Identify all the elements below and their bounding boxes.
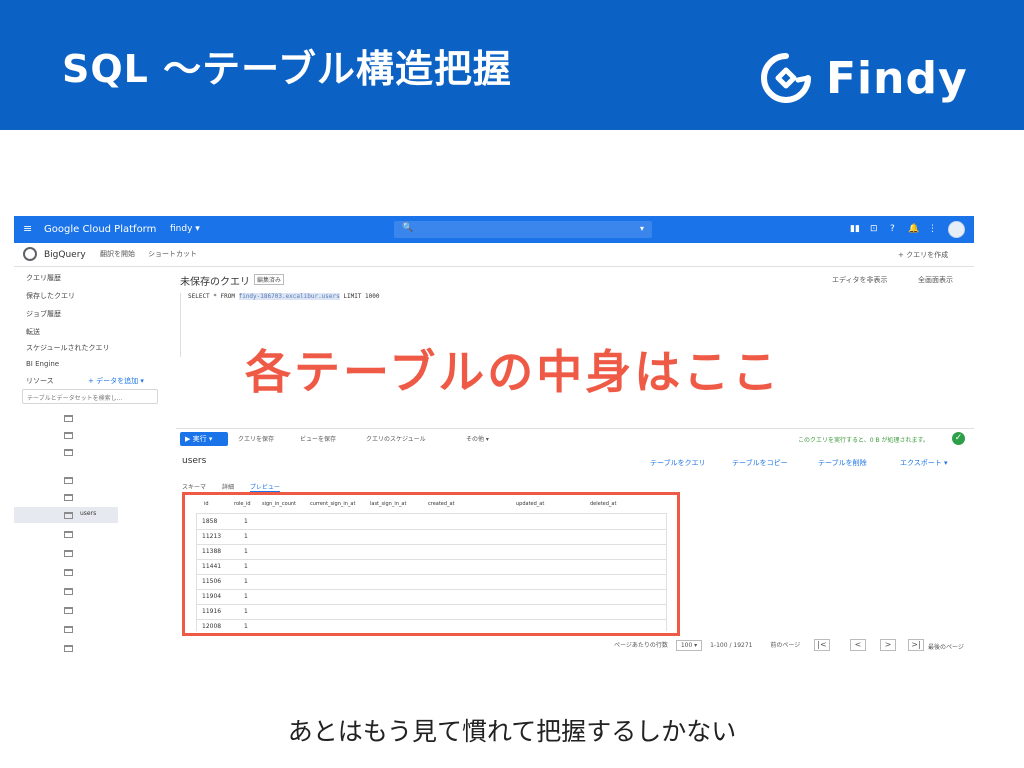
sql-select: SELECT * FROM <box>188 293 235 300</box>
tab-details[interactable]: 詳細 <box>222 484 234 491</box>
last-page-label: 最後のページ <box>928 644 964 651</box>
save-view-button[interactable]: ビューを保存 <box>300 434 336 443</box>
table-icon[interactable] <box>64 531 73 538</box>
slide: SQL 〜テーブル構造把握 Findy ≡ Google Cloud Platf… <box>0 0 1024 768</box>
run-button[interactable]: ▶ 実行 ▾ <box>180 432 228 446</box>
sql-table-ref: findy-186703.excalibur.users <box>238 293 340 300</box>
project-selector[interactable]: findy ▾ <box>170 224 200 234</box>
edited-badge: 編集済み <box>254 274 285 285</box>
sidebar-item-scheduled-queries[interactable]: スケジュールされたクエリ <box>26 343 110 353</box>
translate-button[interactable]: 翻訳を開始 <box>100 249 135 259</box>
gcp-top-bar: ≡ Google Cloud Platform findy ▾ 🔍 ▾ ▮▮ ⊡… <box>14 216 974 243</box>
tab-preview[interactable]: プレビュー <box>249 484 280 492</box>
query-table-button[interactable]: テーブルをクエリ <box>650 458 706 468</box>
sidebar-item-transfers[interactable]: 転送 <box>26 327 40 337</box>
table-name: users <box>182 456 207 466</box>
table-icon[interactable] <box>64 477 73 484</box>
editor-gutter <box>180 293 181 357</box>
slide-caption: あとはもう見て慣れて把握するしかない <box>287 717 737 746</box>
sidebar-item-bi-engine[interactable]: BI Engine <box>26 360 59 368</box>
shortcut-button[interactable]: ショートカット <box>148 249 197 259</box>
sidebar-item-saved-queries[interactable]: 保存したクエリ <box>26 291 75 301</box>
next-page-button[interactable]: > <box>880 639 896 651</box>
search-icon: 🔍 <box>402 223 414 233</box>
sidebar-item-query-history[interactable]: クエリ履歴 <box>26 273 61 283</box>
schedule-query-button[interactable]: クエリのスケジュール <box>366 434 426 443</box>
table-icon[interactable] <box>64 550 73 557</box>
table-icon <box>64 512 73 519</box>
findy-logo: Findy <box>758 50 968 106</box>
fullscreen-button[interactable]: 全画面表示 <box>918 275 953 285</box>
chevron-down-icon: ▾ <box>639 224 644 233</box>
tree-item-users-label: users <box>80 510 97 517</box>
hide-editor-button[interactable]: エディタを非表示 <box>832 275 888 285</box>
prev-page-label: 前のページ <box>770 642 801 649</box>
bigquery-name: BigQuery <box>44 250 86 260</box>
rows-per-page-select[interactable]: 100 ▾ <box>675 640 703 651</box>
check-circle-icon: ✓ <box>952 432 965 445</box>
copy-table-button[interactable]: テーブルをコピー <box>732 458 788 468</box>
query-editor-title: 未保存のクエリ <box>180 277 250 288</box>
table-icon[interactable] <box>64 432 73 439</box>
page-range: 1-100 / 19271 <box>710 642 753 649</box>
prev-page-button[interactable]: < <box>850 639 866 651</box>
table-icon[interactable] <box>64 607 73 614</box>
table-icon[interactable] <box>64 494 73 501</box>
hamburger-menu-icon[interactable]: ≡ <box>23 223 32 235</box>
overlay-callout: 各テーブルの中身はここ <box>245 345 782 399</box>
compose-query-button[interactable]: + クエリを作成 <box>898 250 948 260</box>
more-button[interactable]: その他 ▾ <box>466 434 489 443</box>
delete-table-button[interactable]: テーブルを削除 <box>818 458 867 468</box>
sql-editor[interactable]: SELECT * FROM findy-186703.excalibur.use… <box>188 293 380 300</box>
table-tabs: スキーマ 詳細 プレビュー <box>182 482 294 492</box>
help-icon[interactable]: ? <box>890 224 895 234</box>
notification-icon[interactable]: 🔔 <box>908 224 919 234</box>
findy-logo-icon <box>761 53 811 103</box>
rows-per-page-label: ページあたりの行数 <box>614 642 668 649</box>
table-icon[interactable] <box>64 569 73 576</box>
bigquery-bar: BigQuery 翻訳を開始 ショートカット + クエリを作成 <box>14 243 974 267</box>
sidebar-item-resources: リソース <box>26 377 54 385</box>
table-icon[interactable] <box>64 415 73 422</box>
cloud-shell-icon[interactable]: ⊡ <box>870 224 878 234</box>
gcp-search-input[interactable]: 🔍 ▾ <box>394 221 652 238</box>
sql-limit: LIMIT 1000 <box>343 293 380 300</box>
bigquery-screenshot: ≡ Google Cloud Platform findy ▾ 🔍 ▾ ▮▮ ⊡… <box>14 216 974 664</box>
first-page-button[interactable]: |< <box>814 639 830 651</box>
highlight-box <box>182 492 680 636</box>
bigquery-logo-icon <box>23 247 37 261</box>
gcp-platform-title[interactable]: Google Cloud Platform <box>44 224 156 235</box>
pagination: ページあたりの行数 100 ▾ 1-100 / 19271 前のページ <box>614 640 800 651</box>
table-icon[interactable] <box>64 645 73 652</box>
slide-title: SQL 〜テーブル構造把握 <box>62 47 512 91</box>
slide-header: SQL 〜テーブル構造把握 Findy <box>0 0 1024 130</box>
export-button[interactable]: エクスポート ▾ <box>900 458 948 468</box>
last-page-button[interactable]: >| <box>908 639 924 651</box>
tab-schema[interactable]: スキーマ <box>182 484 206 491</box>
resource-search-input[interactable]: テーブルとデータセットを検索し… <box>22 389 158 404</box>
table-icon[interactable] <box>64 588 73 595</box>
logo-text: Findy <box>826 52 968 104</box>
query-toolbar: ▶ 実行 ▾ クエリを保存 ビューを保存 クエリのスケジュール その他 ▾ この… <box>176 428 974 448</box>
sidebar: クエリ履歴 保存したクエリ ジョブ履歴 転送 スケジュールされたクエリ BI E… <box>14 267 174 664</box>
more-vert-icon[interactable]: ⋮ <box>928 224 937 234</box>
sidebar-item-job-history[interactable]: ジョブ履歴 <box>26 309 61 319</box>
validation-status: このクエリを実行すると、0 B が処理されます。 <box>798 437 929 444</box>
table-icon[interactable] <box>64 626 73 633</box>
gift-icon[interactable]: ▮▮ <box>850 224 860 234</box>
table-icon[interactable] <box>64 449 73 456</box>
add-data-button[interactable]: + データを追加 ▾ <box>88 376 144 386</box>
save-query-button[interactable]: クエリを保存 <box>238 434 274 443</box>
avatar[interactable] <box>948 221 965 238</box>
